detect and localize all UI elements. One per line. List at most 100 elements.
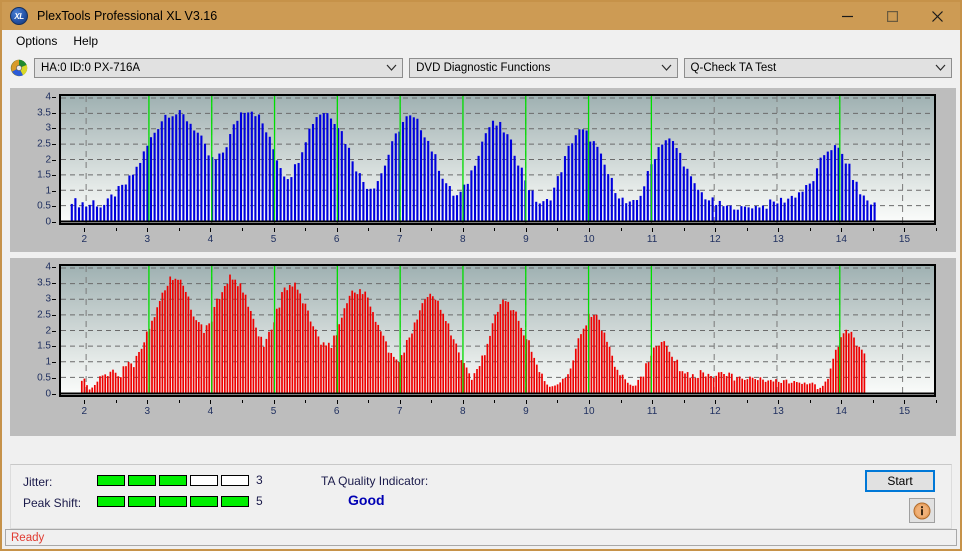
- x-minor-tick-mark: [746, 400, 748, 403]
- chart0-x-axis: 2 3 4 5 6 7 8 9 10 11 12 13 14 15: [59, 228, 937, 248]
- selector-toolbar: HA:0 ID:0 PX-716A DVD Diagnostic Functio…: [2, 51, 960, 84]
- y-tick-mark: [52, 128, 56, 130]
- meter-segment: [128, 475, 156, 486]
- y-tick-label: 2: [45, 325, 51, 336]
- ta-shift-plot-canvas: [61, 96, 934, 223]
- x-minor-tick-mark: [620, 228, 622, 231]
- x-tick-mark: [273, 228, 275, 232]
- y-tick-mark: [52, 112, 56, 114]
- x-tick-mark: [588, 400, 590, 404]
- function-category-select[interactable]: DVD Diagnostic Functions: [409, 57, 678, 78]
- x-tick-mark: [210, 228, 212, 232]
- window-controls: [825, 2, 960, 30]
- test-select[interactable]: Q-Check TA Test: [683, 57, 952, 78]
- y-tick-mark: [52, 143, 56, 145]
- y-tick-label: 0: [45, 216, 51, 228]
- y-tick-label: 2.5: [37, 138, 51, 150]
- x-tick-label: 11: [646, 406, 658, 417]
- status-text: Ready: [11, 531, 45, 544]
- x-minor-tick-mark: [115, 400, 117, 403]
- x-tick-mark: [841, 228, 843, 232]
- info-button[interactable]: [909, 498, 935, 523]
- x-tick-label: 7: [396, 234, 403, 245]
- x-tick-mark: [399, 400, 401, 404]
- x-tick-mark: [462, 228, 464, 232]
- y-tick-label: 3.5: [37, 277, 51, 289]
- ta-jitter-plot: [59, 264, 936, 397]
- x-tick-label: 10: [583, 234, 595, 245]
- x-tick-label: 3: [144, 406, 151, 417]
- jitter-meter: [97, 475, 249, 486]
- window-title: PlexTools Professional XL V3.16: [37, 9, 218, 23]
- y-tick-mark: [52, 159, 56, 161]
- peak-shift-value: 5: [256, 494, 263, 508]
- x-minor-tick-mark: [241, 228, 243, 231]
- x-minor-tick-mark: [305, 400, 307, 403]
- y-tick-mark: [52, 222, 56, 223]
- x-minor-tick-mark: [683, 400, 685, 403]
- close-icon[interactable]: [915, 2, 960, 30]
- x-tick-label: 5: [270, 406, 277, 417]
- x-tick-mark: [715, 228, 717, 232]
- x-tick-mark: [147, 228, 149, 232]
- start-button[interactable]: Start: [865, 470, 935, 492]
- meter-segment: [159, 475, 187, 486]
- x-minor-tick-mark: [431, 228, 433, 231]
- x-tick-label: 14: [835, 406, 847, 417]
- x-tick-label: 15: [898, 406, 911, 417]
- chevron-down-icon: [661, 59, 672, 77]
- ta-jitter-chart-panel: 0 0.5 1 1.5 2 2.5 3 3.5 4 2 3 4 5 6 7 8 9 10 11 12 13 14 15: [10, 258, 956, 436]
- meter-segment: [221, 475, 249, 486]
- drive-select[interactable]: HA:0 ID:0 PX-716A: [34, 57, 404, 78]
- x-minor-tick-mark: [809, 400, 811, 403]
- x-tick-label: 6: [333, 406, 340, 417]
- ta-shift-plot: [59, 94, 936, 225]
- y-tick-mark: [52, 394, 56, 395]
- x-tick-label: 2: [81, 406, 88, 417]
- ta-quality-value: Good: [348, 492, 385, 508]
- x-tick-label: 5: [270, 234, 277, 245]
- menu-item-help[interactable]: Help: [65, 32, 106, 50]
- x-tick-mark: [904, 400, 906, 404]
- maximize-icon[interactable]: [870, 2, 915, 30]
- x-tick-label: 6: [333, 234, 340, 245]
- y-tick-mark: [52, 206, 56, 208]
- y-tick-label: 1: [45, 356, 51, 368]
- x-minor-tick-mark: [368, 228, 370, 231]
- y-tick-label: 2.5: [37, 309, 51, 321]
- x-tick-label: 12: [709, 406, 721, 417]
- drive-select-value: HA:0 ID:0 PX-716A: [41, 61, 141, 74]
- x-minor-tick-mark: [746, 228, 748, 231]
- y-tick-mark: [52, 314, 56, 316]
- y-tick-label: 3.5: [37, 107, 51, 119]
- meter-segment: [221, 496, 249, 507]
- y-tick-mark: [52, 282, 56, 284]
- x-tick-mark: [84, 228, 86, 232]
- x-tick-label: 13: [772, 234, 784, 245]
- y-tick-label: 4: [45, 91, 51, 103]
- x-minor-tick-mark: [115, 228, 117, 231]
- x-minor-tick-mark: [809, 228, 811, 231]
- x-minor-tick-mark: [620, 400, 622, 403]
- chart1-x-axis: 2 3 4 5 6 7 8 9 10 11 12 13 14 15: [59, 400, 937, 420]
- x-tick-label: 4: [207, 406, 214, 417]
- x-tick-label: 9: [523, 234, 529, 245]
- y-tick-mark: [52, 175, 56, 177]
- x-tick-mark: [399, 228, 401, 232]
- y-tick-mark: [52, 97, 56, 98]
- x-minor-tick-mark: [557, 228, 559, 231]
- xl-logo-icon: XL: [10, 7, 28, 25]
- y-tick-label: 3: [45, 122, 51, 134]
- x-minor-tick-mark: [683, 228, 685, 231]
- menu-item-options[interactable]: Options: [8, 32, 65, 50]
- x-tick-label: 15: [898, 234, 911, 245]
- y-tick-mark: [52, 267, 56, 268]
- x-tick-mark: [715, 400, 717, 404]
- info-icon: [913, 502, 931, 519]
- x-tick-mark: [904, 228, 906, 232]
- ta-quality-label: TA Quality Indicator:: [321, 474, 429, 488]
- x-minor-tick-mark: [494, 400, 496, 403]
- x-tick-label: 9: [523, 406, 529, 417]
- minimize-icon[interactable]: [825, 2, 870, 30]
- y-tick-label: 4: [45, 261, 51, 273]
